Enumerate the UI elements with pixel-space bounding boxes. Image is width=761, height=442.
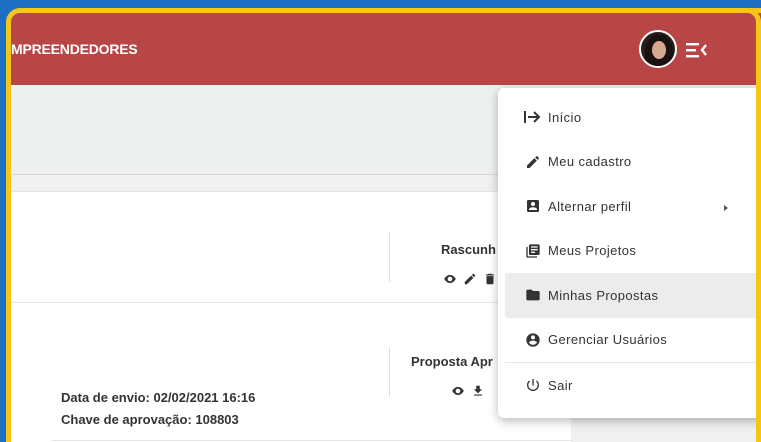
menu-item-label: Alternar perfil (548, 198, 632, 214)
chevron-right-icon (723, 201, 729, 216)
account-circle-icon (524, 331, 542, 349)
pencil-icon (524, 153, 542, 171)
menu-item-meu-cadastro[interactable]: Meu cadastro (505, 140, 759, 185)
row-actions (451, 384, 485, 398)
download-icon[interactable] (471, 384, 485, 398)
row-status: Proposta Apr (411, 354, 493, 369)
menu-item-label: Meu cadastro (548, 154, 632, 170)
row-actions (443, 272, 497, 286)
column-divider (389, 347, 390, 397)
menu-item-sair[interactable]: Sair (505, 363, 759, 408)
menu-item-minhas-propostas[interactable]: Minhas Propostas (505, 273, 759, 318)
menu-item-label: Início (548, 109, 582, 125)
power-icon (524, 376, 542, 394)
account-box-icon (524, 197, 542, 215)
login-arrow-icon (524, 108, 542, 126)
submission-date: Data de envio: 02/02/2021 16:16 (61, 390, 256, 405)
menu-item-gerenciar-usuarios[interactable]: Gerenciar Usuários (505, 318, 759, 363)
frame-border (743, 8, 761, 442)
edit-icon[interactable] (463, 272, 477, 286)
row-status: Rascunh (441, 242, 496, 257)
row-divider (51, 440, 571, 441)
column-divider (389, 232, 390, 282)
menu-item-label: Gerenciar Usuários (548, 332, 668, 348)
brand-title: MPREENDEDORES (11, 41, 138, 57)
menu-item-label: Minhas Propostas (548, 287, 659, 303)
library-books-icon (524, 242, 542, 260)
user-avatar[interactable] (639, 30, 677, 68)
menu-item-alternar-perfil[interactable]: Alternar perfil (505, 184, 759, 229)
menu-item-label: Meus Projetos (548, 243, 637, 259)
menu-item-inicio[interactable]: Início (505, 95, 759, 140)
top-bar: MPREENDEDORES (11, 13, 761, 85)
user-menu: Início Meu cadastro Alternar perfil Meus… (498, 88, 761, 418)
proposal-list: Rascunh Proposta Apr Data de envio: 02/0… (11, 191, 571, 442)
view-icon[interactable] (451, 384, 465, 398)
avatar-face (652, 41, 666, 59)
approval-key: Chave de aprovação: 108803 (61, 412, 239, 427)
delete-icon[interactable] (483, 272, 497, 286)
menu-item-label: Sair (548, 377, 573, 393)
app-window: MPREENDEDORES Rascunh Proposta Apr Data … (6, 8, 761, 442)
menu-item-meus-projetos[interactable]: Meus Projetos (505, 229, 759, 274)
view-icon[interactable] (443, 272, 457, 286)
row-divider (11, 302, 571, 303)
menu-open-icon[interactable] (684, 39, 710, 61)
folder-icon (524, 286, 542, 304)
